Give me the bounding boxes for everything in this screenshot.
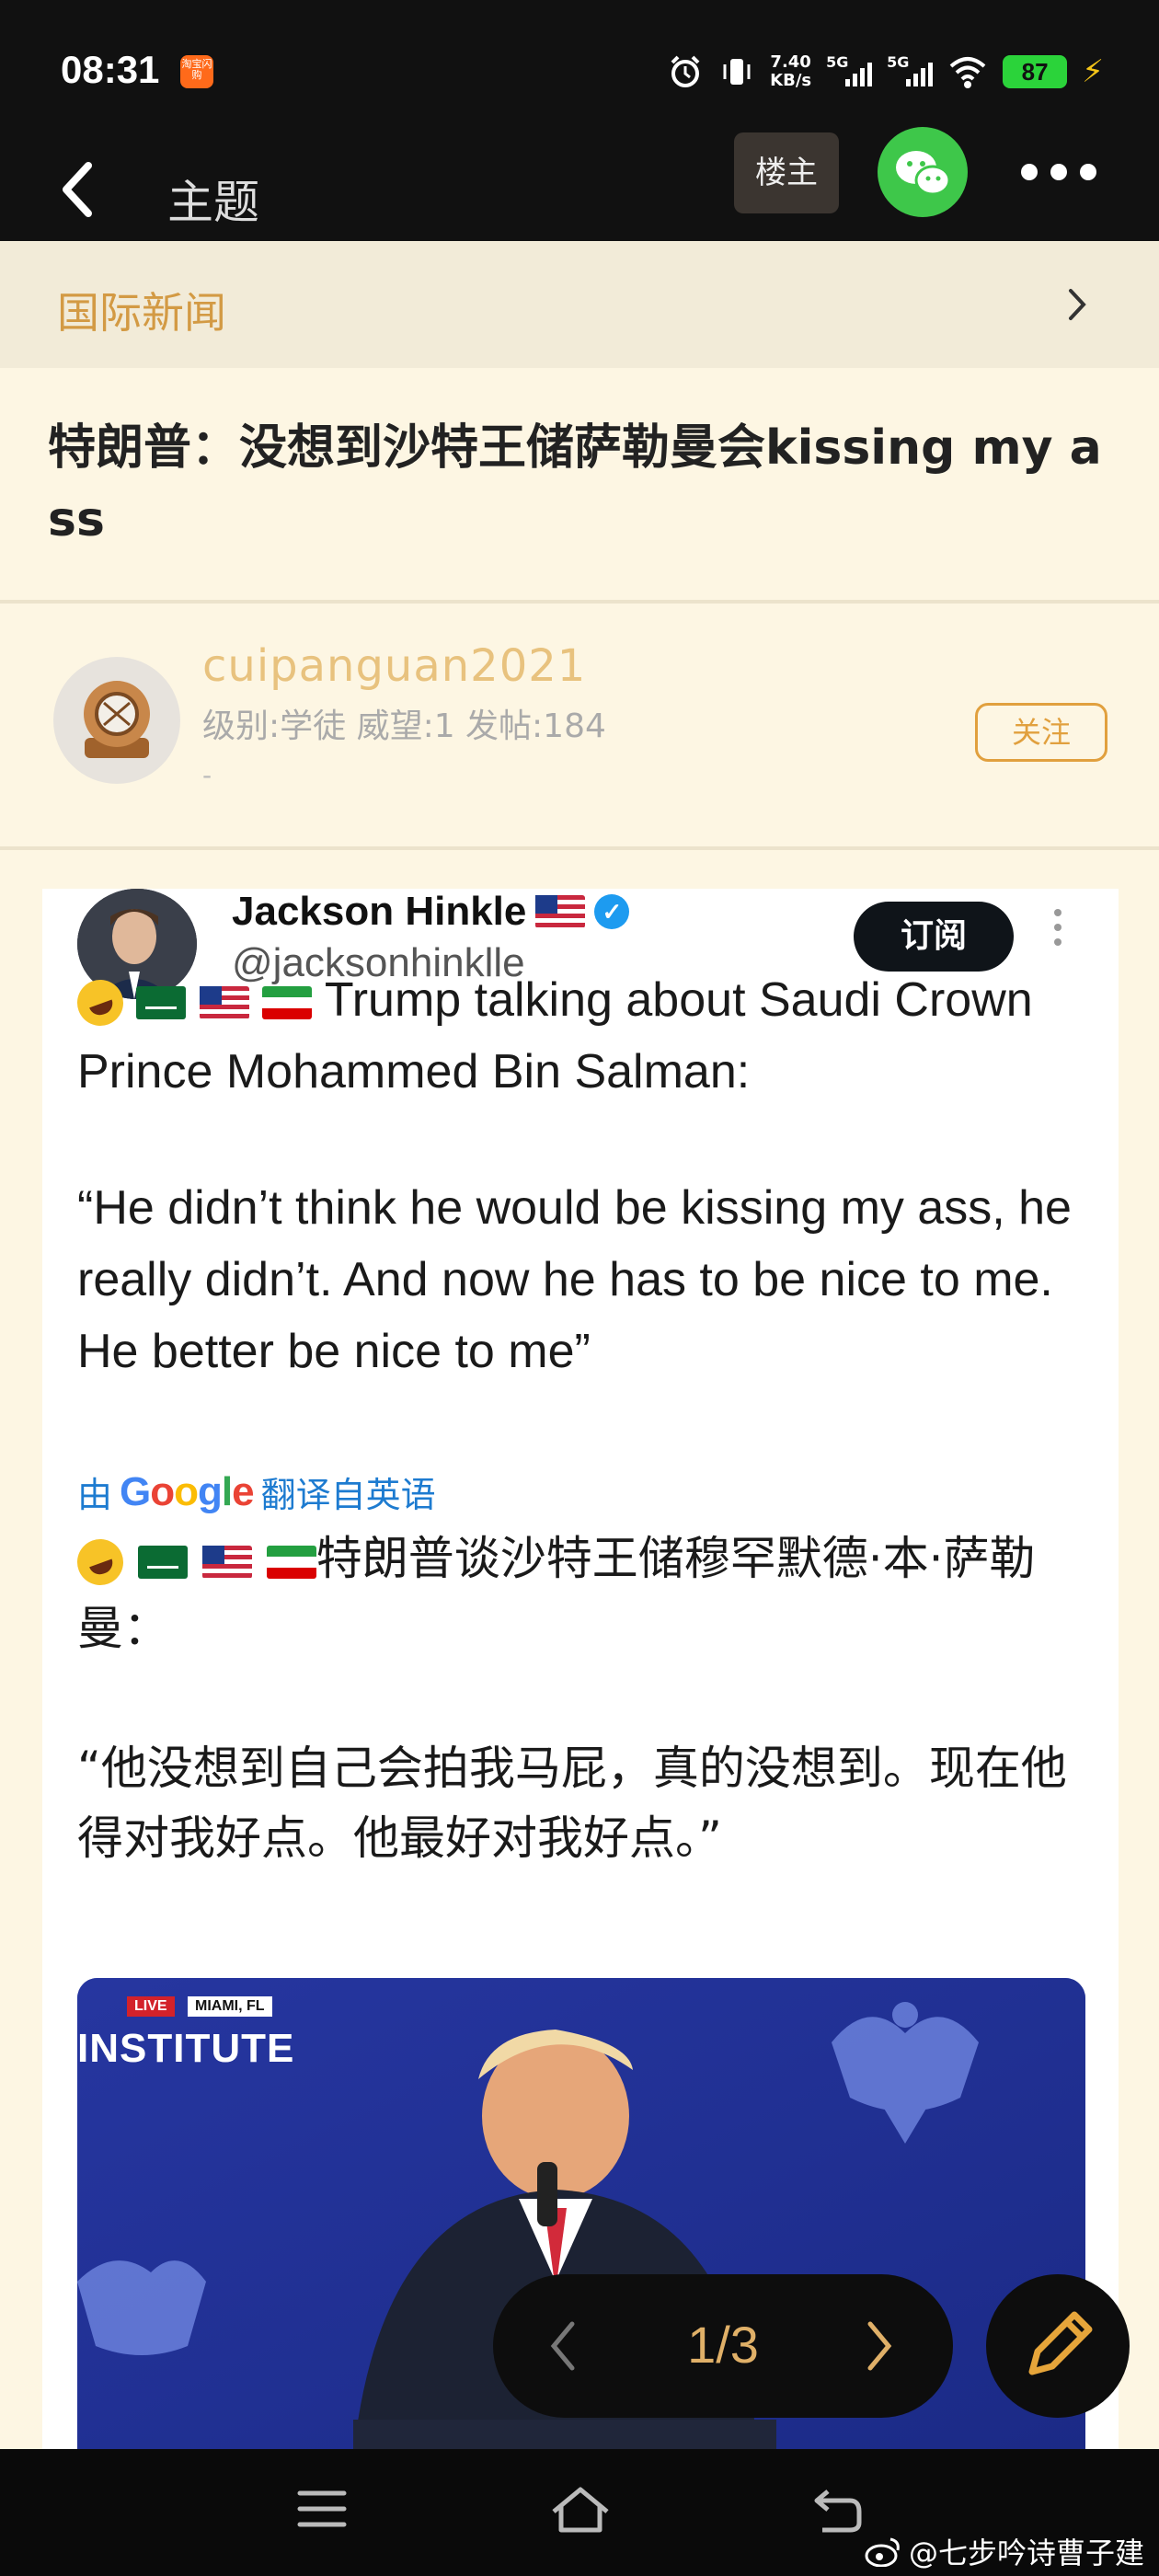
google-logo: Google (120, 1468, 255, 1514)
back-arrow-icon[interactable] (52, 155, 107, 224)
return-icon[interactable] (809, 2482, 865, 2537)
tweet-text-en: Trump talking about Saudi Crown Prince M… (70, 964, 1089, 1108)
us-flag-icon (201, 1545, 252, 1579)
network-speed: 7.40 KB/s (770, 52, 812, 90)
saudi-flag-icon (136, 986, 187, 1020)
tweet-author-name: Jackson Hinkle ✓ (232, 889, 630, 935)
image-pager: 1/3 (493, 2274, 953, 2418)
status-time: 08:31 (61, 48, 160, 91)
vibrate-icon (723, 59, 751, 85)
live-badge: LIVE (127, 1996, 175, 2017)
pencil-icon (1028, 2311, 1093, 2375)
home-icon[interactable] (548, 2482, 613, 2537)
tweet-quote-en: “He didn’t think he would be kissing my … (77, 1181, 1072, 1378)
weibo-watermark: @七步吟诗曹子建 (865, 2530, 1144, 2572)
category-label: 国际新闻 (57, 288, 226, 338)
author-stats: 级别:学徒 威望:1 发帖:184 (202, 707, 606, 745)
us-flag-icon (535, 895, 586, 928)
author-name[interactable]: cuipanguan2021 (202, 640, 586, 692)
battery-level: 87 (1003, 55, 1068, 88)
tweet-text-zh: 特朗普谈沙特王储穆罕默德·本·萨勒曼： (70, 1524, 1089, 1663)
institute-banner: INSTITUTE (77, 2026, 295, 2071)
tweet-more-icon (1054, 909, 1061, 946)
laughing-emoji-icon (70, 973, 131, 1033)
post-image[interactable]: Jackson Hinkle ✓ @jacksonhinklle 订阅 Trum… (42, 889, 1119, 2453)
tweet-quote-zh: “他没想到自己会拍我马屁，真的没想到。现在他得对我好点。他最好对我好点。” (77, 1742, 1067, 1865)
iran-flag-icon (266, 1545, 316, 1579)
wechat-share-button[interactable] (878, 127, 968, 217)
google-translate-label: 由 Google 翻译自英语 (77, 1468, 436, 1516)
alarm-icon (671, 55, 700, 87)
author-avatar[interactable] (53, 657, 180, 784)
divider (0, 600, 1159, 604)
title-bar: 主题 (0, 138, 1159, 241)
diving-helmet-icon (84, 681, 150, 758)
us-flag-icon (199, 986, 249, 1020)
chevron-right-icon (1069, 289, 1086, 320)
wifi-icon (949, 57, 986, 88)
page-title: 主题 (167, 176, 259, 229)
verified-badge-icon: ✓ (594, 894, 630, 929)
thread-owner-button[interactable]: 楼主 (734, 132, 839, 213)
status-icons: 7.40 KB/s 5G 5G 87 ⚡ (667, 44, 1104, 99)
chevron-right-icon[interactable] (863, 2318, 896, 2374)
follow-button[interactable]: 关注 (975, 703, 1107, 762)
signal-1-icon: 5G (826, 53, 873, 90)
compose-button[interactable] (986, 2274, 1130, 2418)
status-bar: 08:31 淘宝闪购 7.40 KB/s 5G 5G 87 ⚡ (0, 0, 1159, 138)
wechat-icon (896, 151, 951, 196)
menu-icon[interactable] (294, 2486, 350, 2532)
tweet-subscribe-button: 订阅 (854, 902, 1014, 972)
weibo-icon (865, 2537, 900, 2567)
saudi-flag-icon (137, 1545, 188, 1579)
signal-2-icon: 5G (887, 53, 934, 90)
category-bar[interactable]: 国际新闻 (0, 241, 1159, 368)
live-location: MIAMI, FL (188, 1996, 272, 2017)
charging-icon: ⚡ (1082, 53, 1104, 90)
iran-flag-icon (262, 986, 313, 1020)
divider (0, 846, 1159, 850)
author-signature: - (202, 760, 212, 790)
more-options-icon[interactable] (1021, 164, 1096, 180)
laughing-emoji-icon (70, 1532, 131, 1592)
post-title: 特朗普：没想到沙特王储萨勒曼会kissing my ass (48, 420, 1102, 547)
taobao-app-icon: 淘宝闪购 (180, 55, 213, 88)
